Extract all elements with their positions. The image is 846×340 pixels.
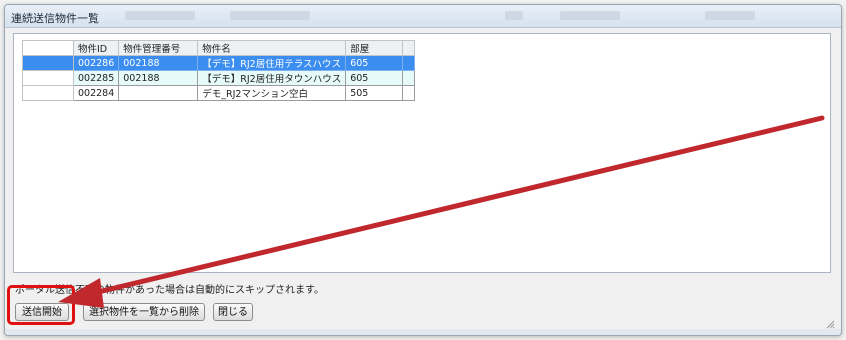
table-row[interactable]: 002284 デモ_RJ2マンション空白 505 — [22, 85, 416, 101]
cell-id: 002284 — [72, 85, 120, 101]
cell-room: 605 — [345, 55, 404, 71]
cell-name: 【デモ】RJ2居住用テラスハウス — [197, 55, 347, 71]
title-bar-blur — [230, 11, 310, 20]
table-row[interactable]: 002286 002188 【デモ】RJ2居住用テラスハウス 605 — [22, 55, 416, 71]
row-header[interactable] — [22, 70, 74, 86]
row-header[interactable] — [22, 85, 74, 101]
cell-id: 002286 — [72, 55, 120, 71]
bottom-strip — [5, 329, 841, 335]
column-header-id[interactable]: 物件ID — [72, 40, 120, 56]
resize-grip-icon[interactable] — [825, 319, 835, 329]
column-header-name[interactable]: 物件名 — [197, 40, 347, 56]
cell-filler — [402, 85, 416, 101]
title-bar-blur — [560, 11, 620, 20]
property-table: 物件ID 物件管理番号 物件名 部屋 002286 002188 【デモ】RJ2… — [22, 40, 416, 101]
highlight-box — [7, 285, 75, 325]
title-bar: 連続送信物件一覧 — [5, 5, 841, 28]
send-list-window: 連続送信物件一覧 物件ID 物件管理番号 物件名 部屋 002286 00218… — [4, 4, 842, 336]
remove-selected-button[interactable]: 選択物件を一覧から削除 — [83, 303, 205, 321]
cell-name: デモ_RJ2マンション空白 — [197, 85, 347, 101]
table-row[interactable]: 002285 002188 【デモ】RJ2居住用タウンハウス 605 — [22, 70, 416, 86]
cell-room: 505 — [345, 85, 404, 101]
cell-mgmt-number: 002188 — [118, 70, 199, 86]
cell-mgmt-number — [118, 85, 199, 101]
cell-mgmt-number: 002188 — [118, 55, 199, 71]
row-header[interactable] — [22, 55, 74, 71]
cell-name: 【デモ】RJ2居住用タウンハウス — [197, 70, 347, 86]
title-bar-blur — [705, 11, 755, 20]
row-header-corner — [22, 40, 74, 56]
cell-room: 605 — [345, 70, 404, 86]
title-bar-blur — [505, 11, 523, 20]
cell-filler — [402, 70, 416, 86]
cell-filler — [402, 55, 416, 71]
column-header-room[interactable]: 部屋 — [345, 40, 404, 56]
cell-id: 002285 — [72, 70, 120, 86]
window-title: 連続送信物件一覧 — [11, 12, 99, 25]
close-button[interactable]: 閉じる — [213, 303, 253, 321]
property-list-panel: 物件ID 物件管理番号 物件名 部屋 002286 002188 【デモ】RJ2… — [13, 33, 831, 273]
table-header-row: 物件ID 物件管理番号 物件名 部屋 — [22, 40, 416, 56]
column-header-filler — [402, 40, 416, 56]
title-bar-blur — [125, 11, 195, 20]
column-header-mgmt-number[interactable]: 物件管理番号 — [118, 40, 199, 56]
